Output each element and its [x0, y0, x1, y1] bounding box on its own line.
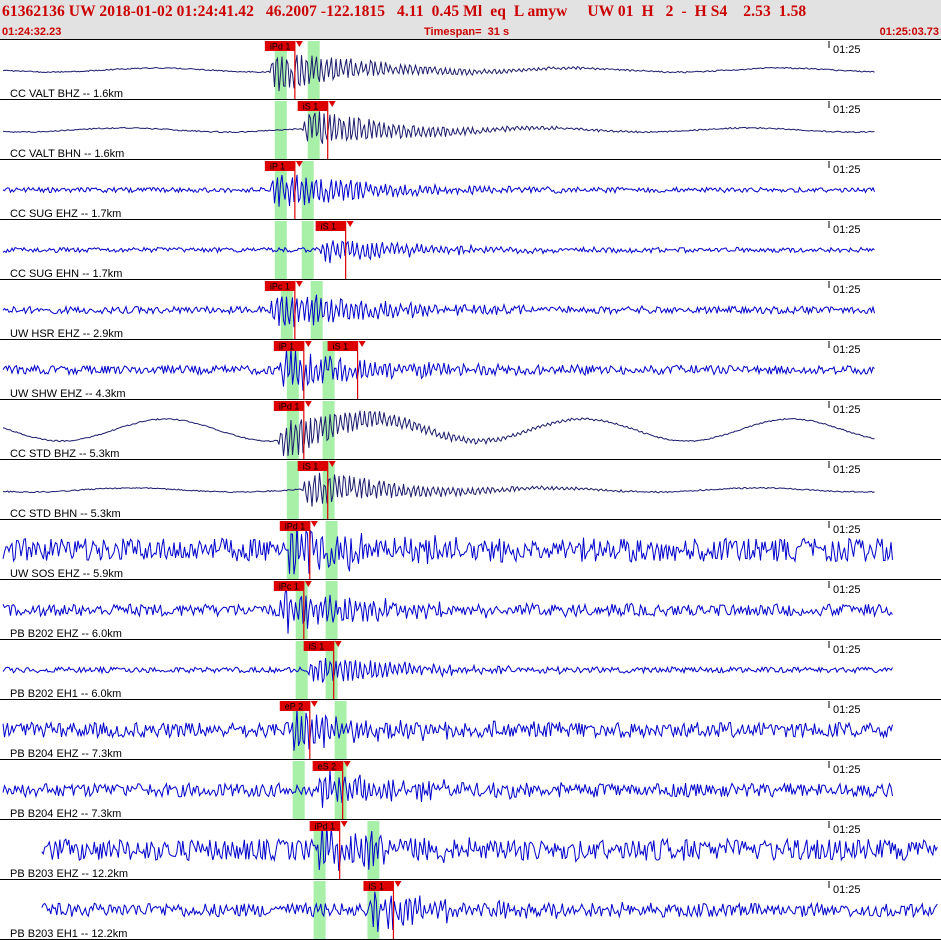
channel-label: CC STD BHZ -- 5.3km: [10, 448, 119, 460]
channel-row[interactable]: iS 1 01:25 CC SUG EHN -- 1.7km: [0, 221, 941, 280]
time-tick-label: 01:25: [833, 464, 861, 476]
timespan-label: Timespan= 31 s: [424, 26, 510, 38]
waveform-trace: [2, 769, 893, 808]
pick-label: iPc 1: [270, 282, 290, 292]
pick-label: iPd 1: [285, 522, 306, 532]
pick-label: iS 1: [309, 642, 325, 652]
channel-row[interactable]: iPc 1 01:25 PB B202 EHZ -- 6.0km: [0, 581, 941, 640]
channel-row[interactable]: iPd 1 01:25 UW SOS EHZ -- 5.9km: [0, 521, 941, 580]
waveform-trace: [2, 587, 893, 634]
waveform-trace: [2, 410, 875, 457]
channel-label: PB B204 EHZ -- 7.3km: [10, 748, 122, 760]
travel-time-window: [274, 221, 287, 280]
time-tick-label: 01:25: [833, 644, 861, 656]
seismogram-panel[interactable]: iPd 1 01:25 CC VALT BHZ -- 1.6km iS 1 01:25 C…: [0, 40, 941, 940]
channel-row[interactable]: iP 1 iS 1 01:25 UW SHW EHZ -- 4.3km: [0, 341, 941, 400]
time-tick-label: 01:25: [833, 284, 861, 296]
pick-marker-icon: [328, 101, 336, 107]
time-tick-label: 01:25: [833, 764, 861, 776]
pick-label: iP 1: [279, 342, 294, 352]
waveform-trace: [2, 294, 875, 328]
channel-label: UW SOS EHZ -- 5.9km: [10, 568, 123, 580]
time-tick-label: 01:25: [833, 824, 861, 836]
time-tick-label: 01:25: [833, 584, 861, 596]
pick-label: iS 1: [368, 882, 384, 892]
event-header: 61362136 UW 2018-01-02 01:24:41.42 46.20…: [0, 0, 941, 40]
waveform-trace: [2, 111, 875, 144]
end-time: 01:25:03.73: [879, 26, 939, 38]
channel-label: PB B204 EH2 -- 7.3km: [10, 808, 121, 820]
start-time: 01:24:32.23: [2, 26, 62, 38]
event-title: 61362136 UW 2018-01-02 01:24:41.42 46.20…: [2, 3, 807, 20]
channel-label: PB B203 EHZ -- 12.2km: [10, 868, 128, 880]
time-tick-label: 01:25: [833, 344, 861, 356]
channel-label: CC VALT BHZ -- 1.6km: [10, 88, 123, 100]
pick-label: eP 2: [285, 702, 303, 712]
channel-row[interactable]: eS 2 01:25 PB B204 EH2 -- 7.3km: [0, 761, 941, 820]
pick-marker-icon: [340, 821, 348, 827]
pick-marker-icon: [304, 341, 312, 347]
pick-marker-icon: [295, 41, 303, 47]
pick-marker-icon: [346, 221, 354, 227]
travel-time-window: [367, 821, 380, 880]
waveform-trace: [2, 657, 893, 683]
waveform-trace: [2, 523, 893, 575]
channel-label: CC SUG EHN -- 1.7km: [10, 268, 122, 280]
channel-label: CC STD BHN -- 5.3km: [10, 508, 121, 520]
channel-row[interactable]: iPc 1 01:25 UW HSR EHZ -- 2.9km: [0, 281, 941, 340]
time-tick-label: 01:25: [833, 884, 861, 896]
channel-label: CC SUG EHZ -- 1.7km: [10, 208, 121, 220]
pick-label: eS 2: [318, 762, 337, 772]
channel-label: PB B202 EH1 -- 6.0km: [10, 688, 121, 700]
waveform-trace: [2, 347, 875, 391]
time-tick-label: 01:25: [833, 164, 861, 176]
time-tick-label: 01:25: [833, 104, 861, 116]
channel-row[interactable]: iS 1 01:25 PB B202 EH1 -- 6.0km: [0, 641, 941, 700]
channel-label: UW HSR EHZ -- 2.9km: [10, 328, 123, 340]
channel-label: PB B202 EHZ -- 6.0km: [10, 628, 122, 640]
travel-time-window: [313, 881, 326, 940]
time-tick-label: 01:25: [833, 44, 861, 56]
pick-label: iS 1: [333, 342, 349, 352]
pick-label: iS 1: [303, 102, 319, 112]
waveform-trace: [41, 891, 938, 932]
channel-label: PB B203 EH1 -- 12.2km: [10, 928, 127, 940]
pick-marker-icon: [295, 281, 303, 287]
time-tick-label: 01:25: [833, 524, 861, 536]
channel-row[interactable]: iS 1 01:25 CC VALT BHN -- 1.6km: [0, 101, 941, 160]
time-tick-label: 01:25: [833, 224, 861, 236]
channel-row[interactable]: eP 2 01:25 PB B204 EHZ -- 7.3km: [0, 701, 941, 760]
channel-row[interactable]: iS 1 01:25 PB B203 EH1 -- 12.2km: [0, 881, 941, 940]
channel-row[interactable]: iPd 1 01:25 PB B203 EHZ -- 12.2km: [0, 821, 941, 880]
channel-row[interactable]: iP 1 01:25 CC SUG EHZ -- 1.7km: [0, 161, 941, 220]
pick-marker-icon: [394, 881, 402, 887]
pick-label: iS 1: [303, 462, 319, 472]
waveform-trace: [2, 54, 875, 92]
waveform-trace: [2, 708, 893, 751]
waveform-trace: [2, 174, 875, 207]
pick-label: iPd 1: [270, 42, 291, 52]
pick-label: iPc 1: [279, 582, 299, 592]
time-tick-label: 01:25: [833, 404, 861, 416]
pick-marker-icon: [304, 401, 312, 407]
channel-row[interactable]: iPd 1 01:25 CC VALT BHZ -- 1.6km: [0, 41, 941, 100]
waveform-trace: [2, 472, 875, 507]
pick-label: iP 1: [270, 162, 285, 172]
pick-label: iPd 1: [315, 822, 336, 832]
waveform-trace: [2, 240, 875, 264]
pick-marker-icon: [358, 341, 366, 347]
pick-label: iPd 1: [279, 402, 300, 412]
pick-label: iS 1: [321, 222, 337, 232]
channel-row[interactable]: iS 1 01:25 CC STD BHN -- 5.3km: [0, 461, 941, 520]
channel-label: UW SHW EHZ -- 4.3km: [10, 388, 126, 400]
pick-marker-icon: [310, 701, 318, 707]
channel-row[interactable]: iPd 1 01:25 CC STD BHZ -- 5.3km: [0, 401, 941, 460]
time-tick-label: 01:25: [833, 704, 861, 716]
pick-marker-icon: [310, 521, 318, 527]
channel-label: CC VALT BHN -- 1.6km: [10, 148, 124, 160]
waveform-trace: [41, 823, 938, 871]
